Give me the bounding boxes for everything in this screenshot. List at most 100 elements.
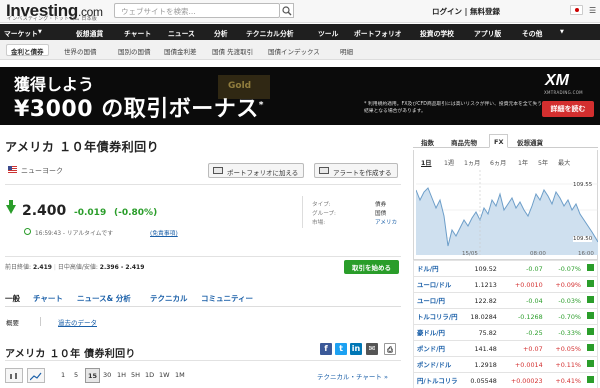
print-icon[interactable]: ⎙ <box>384 343 396 355</box>
xm-logo-sub: XMTRADING.COM <box>544 90 583 95</box>
search-icon[interactable] <box>280 3 294 18</box>
fx-pair[interactable]: ユーロ/円 <box>412 292 461 309</box>
subnav-item-active[interactable]: 金利と債券 <box>6 44 49 56</box>
banner-cta-button[interactable]: 詳細を読む <box>542 101 594 117</box>
sidebar-period-max[interactable]: 最大 <box>558 158 570 167</box>
fx-pair[interactable]: 円/トルコリラ <box>412 372 461 388</box>
subnav-item[interactable]: 国債インデックス <box>268 46 320 56</box>
add-to-portfolio-button[interactable]: ポートフォリオに加える <box>208 163 305 178</box>
fx-row[interactable]: ポンド/ドル 1.2918 +0.0014 +0.11% <box>412 356 598 373</box>
tab-community[interactable]: コミュニティー <box>201 293 253 304</box>
linkedin-icon[interactable]: in <box>350 343 362 355</box>
subnav-item[interactable]: 世界の国債 <box>64 46 97 56</box>
fx-pair[interactable]: 豪ドル/円 <box>412 324 461 341</box>
fx-pair[interactable]: トルコリラ/円 <box>412 308 461 325</box>
sidebar-tab-commodities[interactable]: 商品先物 <box>447 134 481 148</box>
facebook-icon[interactable]: f <box>320 343 332 355</box>
create-alert-button[interactable]: アラートを作成する <box>314 163 398 178</box>
nav-item[interactable]: ポートフォリオ <box>354 28 402 38</box>
period-1min[interactable]: 1 <box>59 368 67 383</box>
info-market-value[interactable]: アメリカ <box>375 218 397 226</box>
clock-icon <box>587 344 594 351</box>
fx-row[interactable]: トルコリラ/円 18.0284 -0.1268 -0.70% <box>412 308 598 325</box>
fx-change-percent: -0.07% <box>545 260 584 277</box>
price-stats: 前日終値: 2.419 | 日中高値/安値: 2.396 - 2.419 <box>5 262 144 271</box>
period-1m[interactable]: 1M <box>173 368 187 383</box>
prev-close-label: 前日終値: <box>5 264 32 271</box>
period-30min[interactable]: 30 <box>101 368 113 383</box>
tab-news[interactable]: ニュース& 分析 <box>77 293 131 304</box>
period-1w[interactable]: 1W <box>157 368 172 383</box>
japan-flag-icon[interactable] <box>570 5 583 15</box>
email-icon[interactable]: ✉ <box>366 343 378 355</box>
period-1h[interactable]: 1H <box>115 368 128 383</box>
nav-item[interactable]: 仮想通貨 <box>76 28 103 38</box>
sidebar-period-5y[interactable]: 5年 <box>538 158 548 167</box>
subnav-item[interactable]: 国債 先渡取引 <box>212 46 253 56</box>
portfolio-icon <box>213 167 223 174</box>
fx-row[interactable]: 円/トルコリラ 0.05548 +0.00023 +0.41% <box>412 372 598 388</box>
nav-item[interactable]: テクニカル分析 <box>246 28 294 38</box>
fx-row[interactable]: ドル/円 109.52 -0.07 -0.07% <box>412 260 598 277</box>
last-price: 2.400 <box>22 203 67 219</box>
fx-status-icon <box>584 308 598 325</box>
nav-item[interactable]: ニュース <box>168 28 195 38</box>
period-5min[interactable]: 5 <box>72 368 80 383</box>
banner-star: * <box>258 100 264 111</box>
instrument-tabs: 一般 チャート ニュース& 分析 テクニカル コミュニティー <box>5 293 401 307</box>
subnav-item[interactable]: 国別の国債 <box>118 46 151 56</box>
search-input[interactable]: ウェブサイトを検索... <box>114 3 280 18</box>
nav-item[interactable]: アプリ版 <box>474 28 501 38</box>
ad-banner[interactable]: Gold 獲得しよう ¥3000 の取引ボーナス* <box>0 67 600 125</box>
fx-pair[interactable]: ユーロ/ドル <box>412 276 461 293</box>
tab-technical[interactable]: テクニカル <box>150 293 188 304</box>
fx-row[interactable]: ポンド/円 141.48 +0.07 +0.05% <box>412 340 598 357</box>
tab-general[interactable]: 一般 <box>5 293 20 304</box>
price-change-percent: (-0.80%) <box>114 208 158 218</box>
line-chart-icon[interactable] <box>27 368 45 383</box>
nav-item[interactable]: 分析 <box>214 28 228 38</box>
twitter-icon[interactable]: t <box>335 343 347 355</box>
subnav-item[interactable]: 明細 <box>340 46 353 56</box>
clock-icon <box>587 376 594 384</box>
fx-row[interactable]: 豪ドル/円 75.82 -0.25 -0.33% <box>412 324 598 341</box>
logo-subtitle: インベスティング・ドットコム 日本版 <box>7 16 97 22</box>
usdjpy-mini-chart[interactable] <box>416 170 598 255</box>
subtab-overview[interactable]: 概要 <box>6 317 19 327</box>
sidebar-period-1m[interactable]: 1ヵ月 <box>464 158 480 167</box>
subnav-item[interactable]: 国債金利差 <box>164 46 197 56</box>
nav-item[interactable]: マーケット <box>4 28 38 38</box>
start-trading-button[interactable]: 取引を始める <box>344 260 399 274</box>
nav-item[interactable]: チャート <box>124 28 151 38</box>
fx-pair[interactable]: ポンド/ドル <box>412 356 461 373</box>
sidebar-period-1d[interactable]: 1日 <box>421 158 432 167</box>
candlestick-chart-icon[interactable] <box>5 368 23 383</box>
fx-pair[interactable]: ポンド/円 <box>412 340 461 357</box>
period-5h[interactable]: 5H <box>129 368 142 383</box>
fx-change: -0.07 <box>499 260 546 277</box>
period-1d[interactable]: 1D <box>143 368 156 383</box>
fx-row[interactable]: ユーロ/ドル 1.1213 +0.0010 +0.09% <box>412 276 598 293</box>
period-15min[interactable]: 15 <box>85 368 101 383</box>
login-link[interactable]: ログイン | 無料登録 <box>432 6 500 17</box>
sidebar-tab-fx[interactable]: FX <box>489 134 509 148</box>
fx-row[interactable]: ユーロ/円 122.82 -0.04 -0.03% <box>412 292 598 309</box>
nav-item[interactable]: 投資の学校 <box>420 28 454 38</box>
tab-chart[interactable]: チャート <box>33 293 63 304</box>
sidebar-period-1w[interactable]: 1週 <box>444 158 454 167</box>
nav-item[interactable]: その他 <box>522 28 542 38</box>
subtab-historical-data[interactable]: 過去のデータ <box>58 317 97 327</box>
fx-pair[interactable]: ドル/円 <box>412 260 461 277</box>
us-flag-icon <box>8 166 17 173</box>
sidebar-period-6m[interactable]: 6ヵ月 <box>490 158 506 167</box>
hamburger-menu-icon[interactable]: ☰ <box>589 6 596 15</box>
sidebar-tab-crypto[interactable]: 仮想通貨 <box>513 134 547 148</box>
technical-chart-link[interactable]: テクニカル・チャート » <box>317 371 388 381</box>
nav-item[interactable]: ツール <box>318 28 338 38</box>
divider <box>40 317 41 326</box>
sidebar-tab-indices[interactable]: 指数 <box>417 134 438 148</box>
sidebar-period-1y[interactable]: 1年 <box>518 158 528 167</box>
fx-status-icon <box>584 292 598 309</box>
clock-icon <box>587 264 594 271</box>
disclaimer-link[interactable]: (免責事項) <box>150 228 178 237</box>
